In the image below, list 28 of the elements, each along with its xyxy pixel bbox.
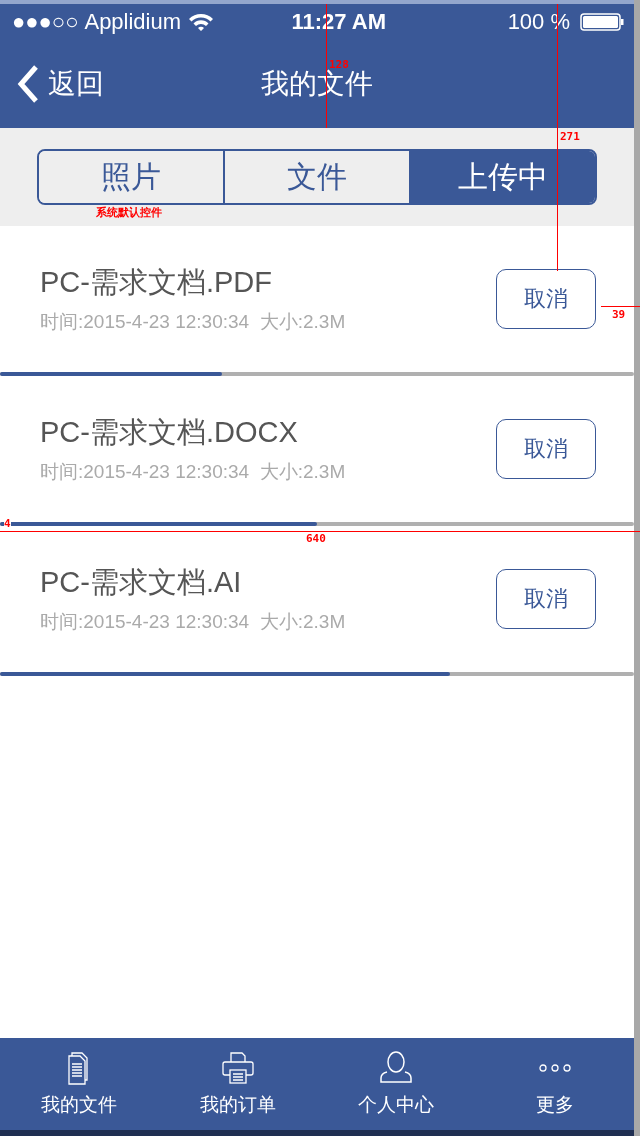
file-name: PC-需求文档.DOCX: [40, 415, 299, 450]
tab-bar-item[interactable]: 更多: [475, 1038, 634, 1130]
tab-bar-item[interactable]: 个人中心: [317, 1038, 476, 1130]
cancel-button[interactable]: 取消: [496, 419, 596, 479]
signal-strength: ●●●○○: [12, 9, 79, 35]
tab-bar-item[interactable]: 我的文件: [0, 1038, 159, 1130]
measurement-label: 39: [612, 308, 626, 321]
printer-icon: [219, 1050, 256, 1086]
back-button[interactable]: 返回: [16, 65, 104, 103]
tab-bar-item[interactable]: 我的订单: [158, 1038, 317, 1130]
more-icon: [536, 1064, 573, 1072]
file-name: PC-需求文档.AI: [40, 565, 243, 600]
measurement-label: 系统默认控件: [96, 205, 162, 220]
file-details: 时间:2015-4-23 12:30:34 大小:2.3M: [40, 460, 347, 484]
measurement-label: 4: [4, 517, 11, 530]
wifi-icon: [187, 12, 216, 32]
measurement-label: 271: [560, 130, 580, 143]
file-name: PC-需求文档.PDF: [40, 265, 273, 300]
segment-tab[interactable]: 上传中: [409, 151, 595, 203]
file-details: 时间:2015-4-23 12:30:34 大小:2.3M: [40, 310, 347, 334]
person-icon: [378, 1050, 415, 1086]
cancel-button[interactable]: 取消: [496, 569, 596, 629]
cancel-button[interactable]: 取消: [496, 269, 596, 329]
chevron-left-icon: [16, 65, 40, 103]
measurement-label: 640: [306, 532, 326, 545]
battery-icon: [580, 13, 624, 31]
file-details: 时间:2015-4-23 12:30:34 大小:2.3M: [40, 610, 347, 634]
carrier-name: Applidium: [84, 9, 182, 35]
